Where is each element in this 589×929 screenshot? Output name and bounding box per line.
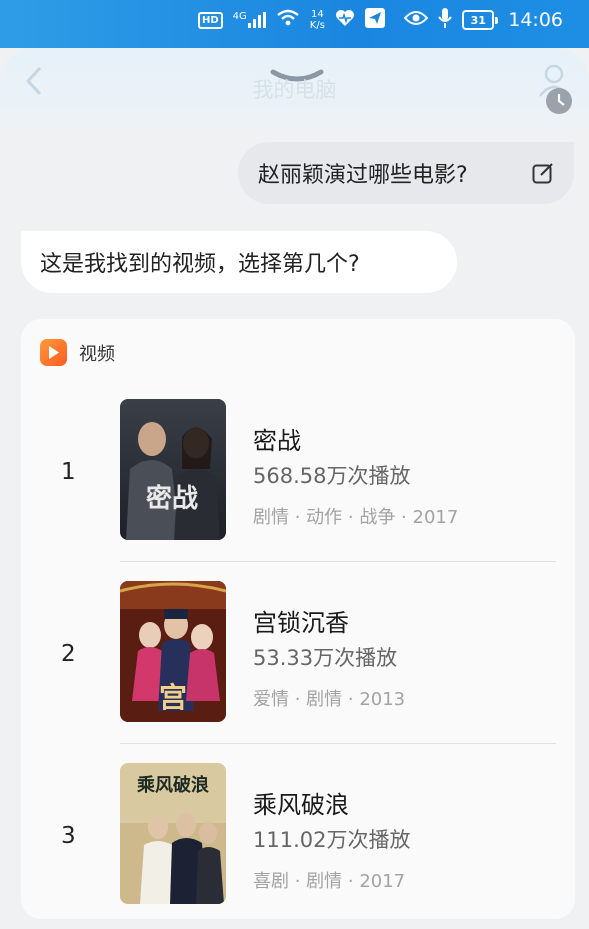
page-title: 我的电脑: [252, 78, 337, 102]
edit-icon[interactable]: [532, 162, 554, 190]
poster-text: 乘风破浪: [136, 774, 209, 796]
send-icon: [364, 8, 385, 32]
item-index: 1: [61, 459, 76, 485]
item-index: 3: [61, 823, 76, 849]
signal-icon: 4G: [233, 12, 266, 28]
user-message-bubble: 赵丽颖演过哪些电影?: [238, 142, 574, 204]
assistant-message-text: 这是我找到的视频，选择第几个?: [40, 252, 360, 277]
hd-badge: HD: [198, 11, 223, 29]
video-plays: 53.33万次播放: [253, 646, 398, 670]
video-plays: 111.02万次播放: [253, 828, 411, 852]
video-tags: 喜剧 · 剧情 · 2017: [253, 871, 406, 892]
microphone-icon: [438, 8, 453, 32]
battery-icon: 31: [462, 10, 499, 30]
heart-icon: [335, 9, 355, 31]
network-speed: 14 K/s: [309, 9, 325, 31]
history-icon[interactable]: [546, 88, 572, 114]
video-plays: 568.58万次播放: [253, 464, 411, 488]
video-title: 宫锁沉香: [253, 609, 349, 637]
assistant-message-bubble: 这是我找到的视频，选择第几个?: [21, 231, 457, 293]
poster-image: 乘风破浪: [120, 763, 226, 904]
eye-icon: [403, 10, 429, 30]
user-message-text: 赵丽颖演过哪些电影?: [258, 163, 468, 188]
video-item-1[interactable]: 1 密战 密战 568.58万次播放 剧情 · 动作 · 战争 · 2017: [21, 319, 575, 540]
status-bar: HD 4G 14 K/s 31 14:06: [0, 0, 589, 48]
video-item-3[interactable]: 3 乘风破浪 乘风破浪 111.02万次播放 喜剧 · 剧情 · 2017: [21, 683, 575, 904]
clock-time: 14:06: [508, 9, 563, 31]
battery-level: 31: [462, 10, 495, 30]
video-item-2[interactable]: 2 宫 宫锁沉香 53.33万次播放 爱情 · 剧情 · 2013: [21, 501, 575, 722]
network-type: 4G: [232, 11, 247, 22]
video-title: 乘风破浪: [253, 791, 349, 819]
video-title: 密战: [253, 427, 301, 455]
assistant-header: 我的电脑: [0, 48, 589, 128]
wifi-icon: [276, 9, 300, 31]
item-index: 2: [61, 641, 76, 667]
video-results-card: 视频 1 密战 密战 568.58万次播放 剧情 · 动作 · 战争 · 201…: [21, 319, 575, 919]
